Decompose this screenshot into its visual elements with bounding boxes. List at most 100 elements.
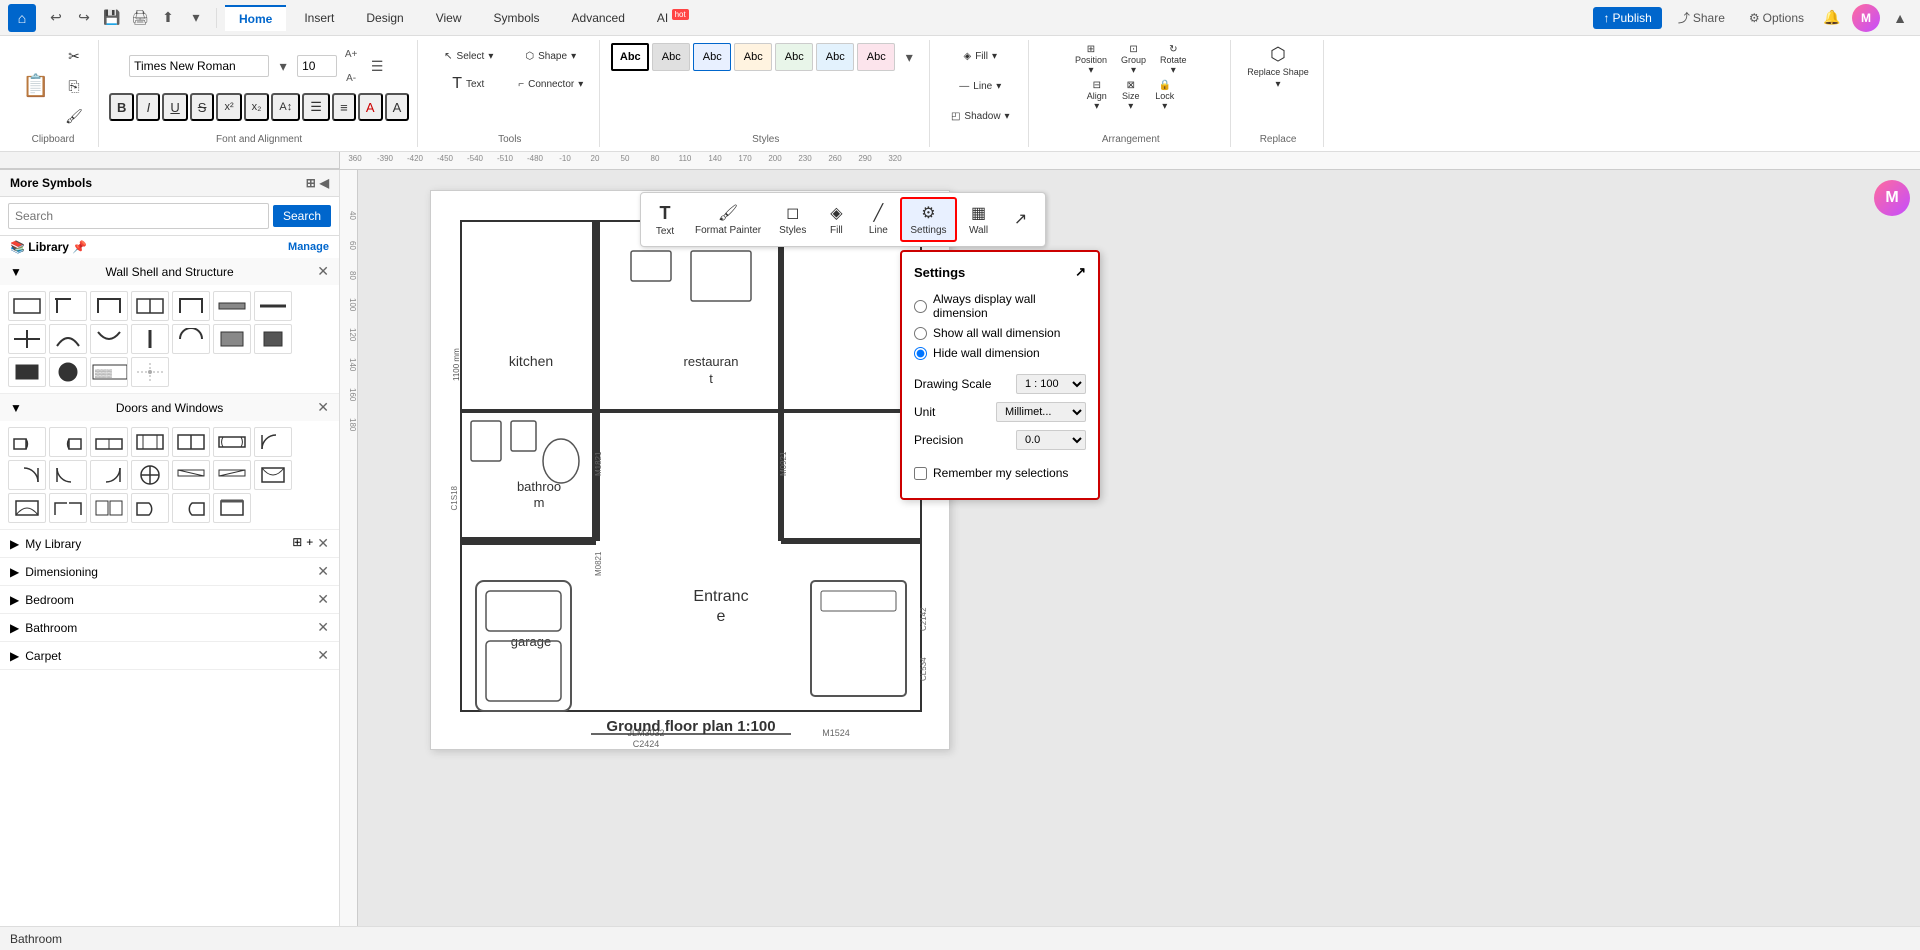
door-row4-1[interactable] [213,493,251,523]
font-size-input-small[interactable]: A↕ [271,93,300,121]
panel-expand-btn[interactable]: ⊞ [306,176,316,190]
align-btn[interactable]: ☰ [365,54,389,78]
sliding-door[interactable] [213,427,251,457]
always-display-radio[interactable] [914,300,927,313]
symbol-filled-rect[interactable] [8,357,46,387]
styles-more-btn[interactable]: ▾ [897,45,921,69]
door-row2-4[interactable] [8,493,46,523]
underline-btn[interactable]: U [162,93,187,121]
symbol-dark-rect[interactable] [213,324,251,354]
ft-wall-btn[interactable]: ▦ Wall [959,199,999,240]
export-btn[interactable]: ⬆ [156,6,180,30]
share-btn[interactable]: ⤴ Share [1670,6,1733,29]
symbol-hline[interactable] [254,291,292,321]
ft-format-painter-btn[interactable]: 🖌 Format Painter [687,199,769,240]
highlight-btn[interactable]: A [358,93,383,121]
wall-section-header[interactable]: ▼ Wall Shell and Structure ✕ [0,258,339,285]
group-btn[interactable]: ⊡ Group ▾ [1115,42,1152,78]
door-arc-4[interactable] [90,460,128,490]
door-2[interactable] [49,427,87,457]
search-input[interactable] [8,203,269,229]
ft-expand-btn[interactable]: ↗ [1001,205,1041,235]
symbol-cross[interactable] [8,324,46,354]
door-arc-1[interactable] [254,427,292,457]
more-btn[interactable]: ▾ [184,6,208,30]
tab-symbols[interactable]: Symbols [480,6,554,30]
bathroom-section[interactable]: ▶ Bathroom ✕ [0,614,339,642]
symbol-arc[interactable] [90,324,128,354]
paste-btn[interactable]: 📋 [16,71,56,101]
door-arc-2[interactable] [8,460,46,490]
collapse-btn[interactable]: ▲ [1888,6,1912,30]
ft-fill-btn[interactable]: ◈ Fill [816,199,856,240]
font-name-input[interactable] [129,55,269,77]
font-name-dropdown[interactable]: ▾ [271,54,295,78]
strikethrough-btn[interactable]: S [190,93,215,121]
unit-select[interactable]: Millimet... Centimeters Meters [996,402,1086,422]
dimensioning-close[interactable]: ✕ [317,563,329,580]
symbol-curve[interactable] [49,324,87,354]
print-btn[interactable]: 🖨 [128,6,152,30]
settings-expand-icon[interactable]: ↗ [1075,264,1086,280]
my-library-section[interactable]: ▶ My Library ⊞ + ✕ [0,530,339,558]
subscript-btn[interactable]: x₂ [244,93,270,121]
home-icon[interactable]: ⌂ [8,4,36,32]
symbol-u-shape[interactable] [90,291,128,321]
panel-collapse-btn[interactable]: ◀ [320,176,329,190]
symbol-t-shape[interactable] [131,291,169,321]
align-btn[interactable]: ⊟ Align ▾ [1081,78,1113,114]
style-box-6[interactable]: Abc [816,43,854,71]
door-1[interactable] [8,427,46,457]
symbol-bracket[interactable] [172,291,210,321]
list-btn[interactable]: ≡ [332,93,356,121]
shadow-btn[interactable]: ◰ Shadow ▾ [940,102,1020,130]
style-box-1[interactable]: Abc [611,43,649,71]
position-btn[interactable]: ⊞ Position ▾ [1069,42,1113,78]
remember-checkbox[interactable] [914,467,927,480]
cut-btn[interactable]: ✂ [58,42,90,70]
door-row3-2[interactable] [90,493,128,523]
style-box-7[interactable]: Abc [857,43,895,71]
hide-wall-radio[interactable] [914,347,927,360]
circle-cross[interactable] [131,460,169,490]
tab-home[interactable]: Home [225,5,286,31]
my-library-close[interactable]: ✕ [317,535,329,552]
ft-styles-btn[interactable]: ◻ Styles [771,199,814,240]
font-size-up-btn[interactable]: A+ [339,42,363,66]
show-all-radio[interactable] [914,327,927,340]
window-1[interactable] [131,427,169,457]
style-box-4[interactable]: Abc [734,43,772,71]
door-row2-1[interactable] [172,460,210,490]
style-box-5[interactable]: Abc [775,43,813,71]
precision-select[interactable]: 0.0 0 0.00 [1016,430,1086,450]
symbol-circle[interactable] [49,357,87,387]
ft-settings-btn[interactable]: ⚙ Settings [900,197,956,242]
fill-btn[interactable]: ◈ Fill ▾ [940,42,1020,70]
font-size-down-btn[interactable]: A- [339,66,363,90]
wall-section-close[interactable]: ✕ [317,263,329,280]
italic-btn[interactable]: I [136,93,160,121]
symbol-text-block[interactable]: ▒▒▒ [90,357,128,387]
select-btn[interactable]: ↖ Select ▾ [429,42,509,70]
shape-btn[interactable]: ⬡ Shape ▾ [511,42,591,70]
font-color-btn[interactable]: A [385,93,410,121]
dimensioning-section[interactable]: ▶ Dimensioning ✕ [0,558,339,586]
door-row3-1[interactable] [49,493,87,523]
notifications-btn[interactable]: 🔔 [1820,6,1844,30]
manage-link[interactable]: Manage [288,241,329,253]
doors-section-close[interactable]: ✕ [317,399,329,416]
bedroom-section[interactable]: ▶ Bedroom ✕ [0,586,339,614]
ft-line-btn[interactable]: ╱ Line [858,199,898,240]
font-size-input[interactable] [297,55,337,77]
symbol-dark-square[interactable] [254,324,292,354]
bathroom-close[interactable]: ✕ [317,619,329,636]
my-library-plus-icon[interactable]: + [306,535,313,552]
carpet-close[interactable]: ✕ [317,647,329,664]
text-btn[interactable]: T Text [428,70,508,98]
bullet-btn[interactable]: ☰ [302,93,330,121]
carpet-section[interactable]: ▶ Carpet ✕ [0,642,339,670]
door-row3-3[interactable] [131,493,169,523]
publish-btn[interactable]: ↑ Publish [1593,7,1661,29]
style-box-3[interactable]: Abc [693,43,731,71]
my-library-add-icon[interactable]: ⊞ [292,535,302,552]
